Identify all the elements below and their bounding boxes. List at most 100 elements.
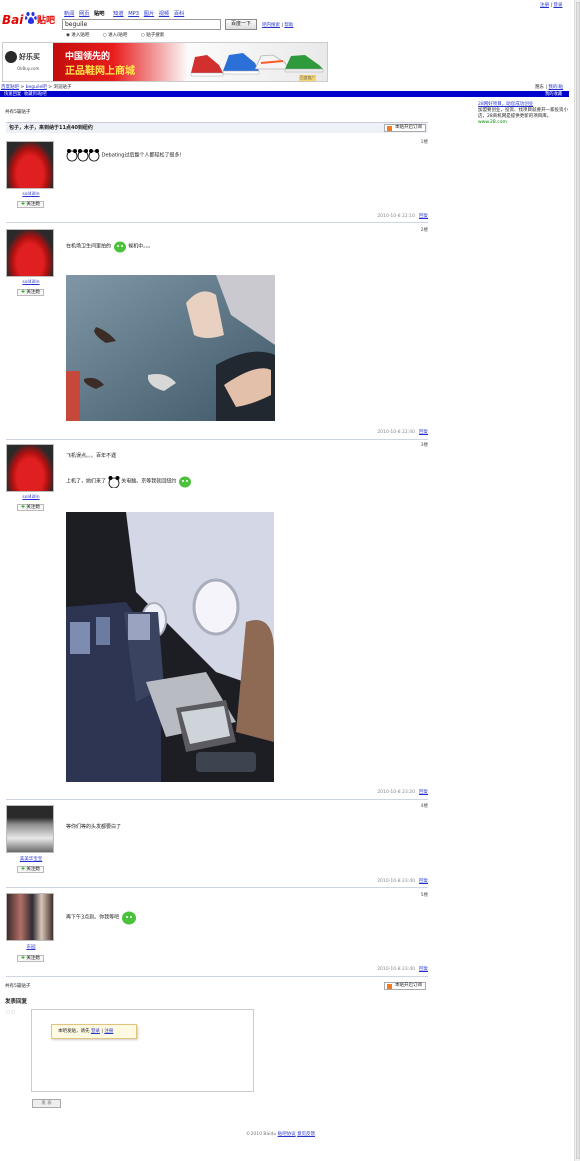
radio-enter-ibar[interactable]: ○ 进入i贴吧 — [103, 33, 134, 38]
nav-baike[interactable]: 百科 — [174, 11, 184, 17]
post-text-2: 候机中。。。 — [128, 243, 154, 250]
sidebar-ad-title[interactable]: 28网好项目，助您成功创业 — [478, 102, 533, 107]
page-footer: ©2010 Baidu 贴吧协议 意见反馈 — [246, 1131, 315, 1137]
follow-button[interactable]: ✚ 关注她 — [17, 504, 44, 511]
submit-reply-button[interactable]: 发 表 — [32, 1099, 61, 1108]
post-username[interactable]: 东园 — [27, 945, 36, 950]
floor-number: 5楼 — [420, 893, 428, 898]
post-footer: 2010-10-8 22:40 回复 — [377, 430, 428, 435]
post-photo-bathroom[interactable] — [66, 275, 275, 421]
feedback-link[interactable]: 意见反馈 — [297, 1132, 315, 1137]
banner-headline-1: 中国领先的 — [65, 52, 111, 62]
avatar[interactable] — [6, 141, 54, 189]
post-content: 在机场卫生间里拍的 候机中。。。 — [66, 239, 153, 253]
register-link[interactable]: 注册 — [540, 3, 549, 8]
banner-brand-url: OkBuy.com — [17, 66, 40, 71]
post-footer: 2010-10-8 23:40 回复 — [377, 879, 428, 884]
post-count-bottom: 共有5篇贴子 — [5, 984, 31, 989]
follow-button[interactable]: ✚ 关注她 — [17, 866, 44, 873]
avatar[interactable] — [6, 229, 54, 277]
reply-link[interactable]: 回复 — [419, 790, 428, 795]
my-favorites-link[interactable]: 我的收藏 — [545, 91, 562, 97]
user-links: 翘东 | 我的i贴 — [535, 85, 564, 90]
collect-ibar-link[interactable]: 收藏到i贴吧 — [24, 92, 47, 97]
post-5: 东园 ✚ 关注她 5楼 再下午3点到。你我等吧 2010-10-8 23:40 回… — [6, 889, 428, 977]
top-nav: 新闻 网页 贴吧 知道 MP3 图片 视频 百科 — [64, 10, 184, 17]
my-itieba-link[interactable]: 我的i贴 — [548, 85, 563, 90]
login-link[interactable]: 登录 — [553, 3, 562, 8]
green-emoticon-icon — [113, 241, 126, 253]
banner-ad[interactable]: 好乐买 OkBuy.com 中国领先的 正品鞋网上商城 百度推广 — [2, 42, 328, 82]
avatar[interactable] — [6, 444, 54, 492]
nav-web[interactable]: 网页 — [79, 11, 89, 17]
top-right-links: 注册 | 登录 — [540, 3, 563, 8]
floor-number: 2楼 — [420, 228, 428, 233]
post-2: sol4illIn ✚ 关注她 2楼 在机场卫生间里拍的 候机中。。。 2010… — [6, 225, 428, 440]
post-username[interactable]: sol4illIn — [22, 495, 39, 500]
search-mode-radios: ◉ 进入贴吧 ○ 进入i贴吧 ○ 贴子搜索 — [66, 32, 176, 38]
help-link[interactable]: 帮助 — [284, 23, 293, 28]
tip-register-link[interactable]: 注册 — [104, 1029, 113, 1034]
floor-number: 1楼 — [420, 140, 428, 145]
tieba-agreement-link[interactable]: 贴吧协议 — [278, 1132, 296, 1137]
nav-news[interactable]: 新闻 — [64, 11, 74, 17]
vertical-scrollbar[interactable] — [574, 0, 580, 1161]
format-icons[interactable]: ◻ ◻ — [6, 1010, 15, 1015]
floor-number: 4楼 — [420, 804, 428, 809]
post-content: 再下午3点到。你我等吧 — [66, 909, 137, 925]
quick-reply-link[interactable]: 快速回复 — [4, 92, 21, 97]
green-emoticon-icon — [178, 476, 191, 488]
reply-section-title: 发表回复 — [5, 999, 28, 1005]
paw-icon — [25, 12, 37, 24]
post-text: 在机场卫生间里拍的 — [66, 243, 112, 250]
tip-login-link[interactable]: 登录 — [91, 1029, 100, 1034]
breadcrumb: 百度贴吧 > beguile吧 > 浏览贴子 — [1, 85, 72, 90]
avatar[interactable] — [6, 893, 54, 941]
post-username[interactable]: 美美华宝宝 — [20, 857, 43, 862]
post-photo-airplane-cabin[interactable] — [66, 512, 274, 782]
green-emoticon-icon — [121, 911, 136, 925]
username: 翘东 — [535, 85, 544, 90]
sidebar-ad-url: www.28.com — [478, 120, 507, 125]
post-content: 等你们等的头发都要白了 — [66, 824, 122, 830]
post-content-line-2: 上机了，她们来了 关电脑。京等我就回纽约 — [66, 474, 192, 488]
nav-tieba: 贴吧 — [94, 11, 105, 17]
nav-zhidao[interactable]: 知道 — [113, 11, 123, 17]
search-button[interactable]: 百度一下 — [225, 19, 257, 30]
blue-divider-bar — [0, 91, 569, 97]
post-username[interactable]: sol4illIn — [22, 280, 39, 285]
follow-button[interactable]: ✚ 关注她 — [17, 955, 44, 962]
follow-button[interactable]: ✚ 关注她 — [17, 289, 44, 296]
scrollbar-thumb[interactable] — [576, 2, 580, 1159]
nav-images[interactable]: 图片 — [144, 11, 154, 17]
post-footer: 2010-10-8 22:10 回复 — [377, 214, 428, 219]
avatar[interactable] — [6, 805, 54, 853]
reply-link[interactable]: 回复 — [419, 967, 428, 972]
reply-link[interactable]: 回复 — [419, 879, 428, 884]
radio-post-search[interactable]: ○ 贴子搜索 — [141, 33, 170, 38]
follow-button[interactable]: ✚ 关注她 — [17, 201, 44, 208]
post-username[interactable]: sol4illIn — [22, 192, 39, 197]
radio-enter-bar[interactable]: ◉ 进入贴吧 — [66, 33, 95, 38]
reply-link[interactable]: 回复 — [419, 214, 428, 219]
breadcrumb-bar[interactable]: beguile吧 — [26, 85, 47, 90]
post-content: Debating过后整个人都轻松了很多！ — [66, 147, 184, 163]
sidebar-ad: 28网好项目，助您成功创业 加盟要创业，投资、找项目就要开一家投资小店，28商机… — [478, 102, 570, 126]
sidebar-ad-body: 加盟要创业，投资、找项目就要开一家投资小店，28商机网是提供更新的项目库。 — [478, 108, 568, 119]
nav-mp3[interactable]: MP3 — [128, 11, 139, 17]
rss-subscribe-button[interactable]: 本贴开启订阅 — [384, 124, 426, 132]
post-4: 美美华宝宝 ✚ 关注她 4楼 等你们等的头发都要白了 2010-10-8 23:… — [6, 801, 428, 888]
banner-brand: 好乐买 — [19, 53, 40, 61]
baidu-tieba-logo[interactable]: Bai 贴吧 — [2, 10, 60, 32]
reply-link[interactable]: 回复 — [419, 430, 428, 435]
post-3: sol4illIn ✚ 关注她 3楼 飞机误点。。。百年不遇 上机了，她们来了 … — [6, 440, 428, 800]
in-bar-search-link[interactable]: 吧内搜索 — [262, 23, 280, 28]
reply-textarea[interactable] — [31, 1009, 254, 1092]
nav-video[interactable]: 视频 — [159, 11, 169, 17]
breadcrumb-home[interactable]: 百度贴吧 — [1, 85, 19, 90]
banner-ad-tag: 百度推广 — [299, 75, 317, 81]
search-input[interactable]: beguile — [62, 19, 221, 30]
rss-subscribe-button-bottom[interactable]: 本贴开启订阅 — [384, 982, 426, 990]
bar-toolbar: 快速回复 收藏到i贴吧 — [4, 91, 47, 97]
search-help-links: 吧内搜索 | 帮助 — [262, 23, 294, 28]
